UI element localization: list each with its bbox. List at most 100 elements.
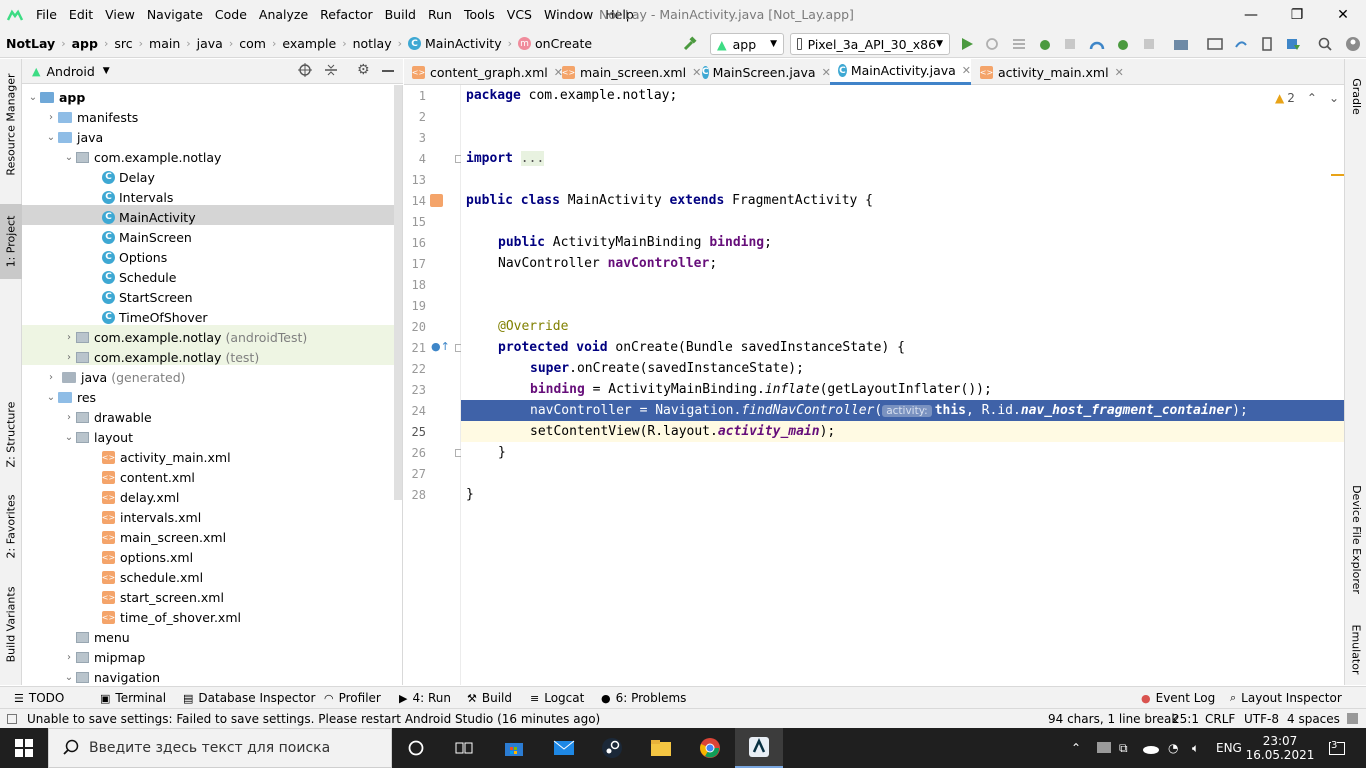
side-tab-gradle[interactable]: Gradle: [1345, 69, 1366, 124]
tree-item-package[interactable]: ⌄ com.example.notlay: [22, 147, 394, 167]
status-indent[interactable]: 4 spaces: [1287, 709, 1340, 729]
tree-item-mipmap[interactable]: › mipmap: [22, 647, 394, 667]
stop-icon[interactable]: [1139, 34, 1159, 54]
start-button[interactable]: [0, 728, 48, 768]
show-hidden-icons[interactable]: ⌃: [1071, 728, 1081, 768]
attach-profiler-icon[interactable]: [1113, 34, 1133, 54]
side-tab-favorites[interactable]: 2: Favorites: [0, 489, 22, 564]
folded-imports[interactable]: ...: [520, 151, 545, 166]
tool-tab-build[interactable]: ⚒ Build: [467, 687, 512, 709]
tool-tab-database-inspector[interactable]: ▤ Database Inspector: [183, 687, 315, 709]
tree-item-class-mainactivity[interactable]: C MainActivity: [22, 207, 394, 227]
breadcrumb-main[interactable]: main: [149, 36, 180, 51]
project-structure-icon[interactable]: [1171, 34, 1191, 54]
breadcrumb-src[interactable]: src: [114, 36, 132, 51]
tree-item-manifests[interactable]: › manifests: [22, 107, 394, 127]
locate-icon[interactable]: [298, 63, 312, 80]
tree-item-xml[interactable]: <> delay.xml: [22, 487, 394, 507]
menu-edit[interactable]: Edit: [63, 0, 99, 30]
breadcrumb-module[interactable]: app: [72, 36, 98, 51]
avd-manager-icon[interactable]: [1205, 34, 1225, 54]
warning-stripe-marker[interactable]: [1331, 174, 1344, 176]
tree-item-app[interactable]: ⌄ app: [22, 87, 394, 107]
sdk-manager-icon[interactable]: [1283, 34, 1303, 54]
menu-build[interactable]: Build: [379, 0, 422, 30]
apply-code-changes-icon[interactable]: [1009, 34, 1029, 54]
search-icon[interactable]: [1315, 34, 1335, 54]
breadcrumb-project[interactable]: NotLay: [6, 36, 55, 51]
close-button[interactable]: ✕: [1320, 0, 1366, 30]
side-tab-project[interactable]: 1: Project: [0, 204, 22, 279]
breadcrumb-example[interactable]: example: [282, 36, 336, 51]
clock[interactable]: 23:07 16.05.2021: [1246, 728, 1315, 768]
tree-item-xml[interactable]: <> start_screen.xml: [22, 587, 394, 607]
device-select[interactable]: Pixel_3a_API_30_x86 ▼: [790, 33, 950, 55]
project-view-select[interactable]: Android: [46, 64, 94, 79]
close-tab-icon[interactable]: ✕: [1115, 66, 1124, 79]
breadcrumb-notlay[interactable]: notlay: [353, 36, 392, 51]
tray-app-icon[interactable]: [1096, 728, 1112, 768]
layout-file-gutter-icon[interactable]: [430, 194, 443, 207]
tool-tab-problems[interactable]: ● 6: Problems: [601, 687, 686, 709]
tool-tab-logcat[interactable]: ≡ Logcat: [530, 687, 584, 709]
run-config-select[interactable]: ▲ app ▼: [710, 33, 784, 55]
menu-navigate[interactable]: Navigate: [141, 0, 209, 30]
device-manager-icon[interactable]: [1257, 34, 1277, 54]
tree-item-drawable[interactable]: › drawable: [22, 407, 394, 427]
menu-refactor[interactable]: Refactor: [314, 0, 378, 30]
profile-icon[interactable]: [1087, 34, 1107, 54]
menu-vcs[interactable]: VCS: [501, 0, 538, 30]
cortana-icon[interactable]: [392, 728, 440, 768]
tree-item-class-delay[interactable]: C Delay: [22, 167, 394, 187]
tree-item-class-timeofshover[interactable]: C TimeOfShover: [22, 307, 394, 327]
android-studio-taskbar-icon[interactable]: [735, 728, 783, 768]
tree-item-xml[interactable]: <> time_of_shover.xml: [22, 607, 394, 627]
tree-item-class-options[interactable]: C Options: [22, 247, 394, 267]
tree-item-xml[interactable]: <> intervals.xml: [22, 507, 394, 527]
collapse-all-icon[interactable]: [324, 63, 338, 80]
chevron-down-icon[interactable]: ▼: [103, 66, 110, 76]
tree-item-xml[interactable]: <> main_screen.xml: [22, 527, 394, 547]
account-icon[interactable]: [1343, 34, 1363, 54]
code-editor[interactable]: package com.example.notlay; import ... p…: [461, 85, 1344, 685]
onedrive-icon[interactable]: [1142, 728, 1160, 768]
steam-icon[interactable]: [588, 728, 636, 768]
network-adapter-icon[interactable]: ⧉: [1119, 728, 1128, 768]
lock-icon[interactable]: [1347, 713, 1358, 724]
status-toggle-icon[interactable]: [7, 714, 17, 724]
status-caret-position[interactable]: 25:1: [1172, 709, 1199, 729]
close-tab-icon[interactable]: ✕: [962, 64, 971, 77]
tree-item-class-startscreen[interactable]: C StartScreen: [22, 287, 394, 307]
apply-changes-icon[interactable]: [982, 34, 1002, 54]
tree-item-class-mainscreen[interactable]: C MainScreen: [22, 227, 394, 247]
menu-window[interactable]: Window: [538, 0, 599, 30]
side-tab-device-file-explorer[interactable]: Device File Explorer: [1345, 474, 1366, 604]
tool-tab-event-log[interactable]: ● Event Log: [1141, 687, 1215, 709]
tree-item-layout[interactable]: ⌄ layout: [22, 427, 394, 447]
status-encoding[interactable]: UTF-8: [1244, 709, 1279, 729]
tool-tab-profiler[interactable]: ◠ Profiler: [324, 687, 381, 709]
tab-activity-main-xml[interactable]: <> activity_main.xml ✕: [972, 59, 1124, 85]
breadcrumb-java[interactable]: java: [197, 36, 223, 51]
gear-icon[interactable]: ⚙: [357, 62, 370, 78]
run-icon[interactable]: [957, 34, 977, 54]
make-project-icon[interactable]: [680, 34, 700, 54]
breadcrumb-class[interactable]: MainActivity: [425, 36, 502, 51]
chrome-icon[interactable]: [686, 728, 734, 768]
tab-content-graph[interactable]: <> content_graph.xml ✕: [404, 59, 563, 85]
language-indicator[interactable]: ENG: [1216, 728, 1242, 768]
volume-icon[interactable]: 🔈︎: [1192, 728, 1199, 768]
side-tab-structure[interactable]: Z: Structure: [0, 394, 22, 474]
tab-mainscreen-java[interactable]: C MainScreen.java ✕: [694, 59, 831, 85]
tree-item-xml[interactable]: <> content.xml: [22, 467, 394, 487]
tree-item-res[interactable]: ⌄ res: [22, 387, 394, 407]
breadcrumb-method[interactable]: onCreate: [535, 36, 592, 51]
debug-icon[interactable]: [1035, 34, 1055, 54]
tree-item-package-test[interactable]: › com.example.notlay (test): [22, 347, 394, 367]
menu-tools[interactable]: Tools: [458, 0, 501, 30]
mail-icon[interactable]: [540, 728, 588, 768]
side-tab-resource-manager[interactable]: Resource Manager: [0, 69, 22, 179]
taskbar-search-box[interactable]: Введите здесь текст для поиска: [48, 728, 392, 768]
status-line-separator[interactable]: CRLF: [1205, 709, 1235, 729]
next-highlight-icon[interactable]: ⌄: [1329, 91, 1339, 105]
